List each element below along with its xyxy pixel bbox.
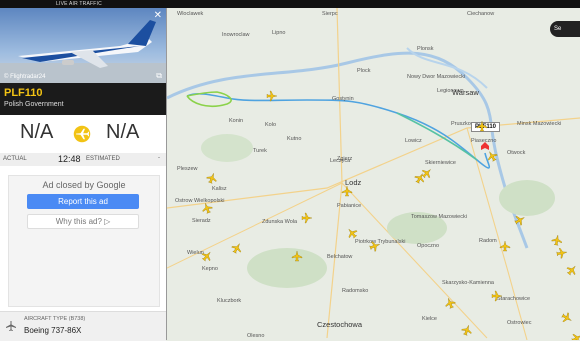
map-view[interactable]: Se Wloclawek Sierpc Ciechanow Inowroclaw Lip… [167,8,580,340]
estimated-label: ESTIMATED [86,156,120,162]
plane-icon [73,125,91,143]
city-label: Pabianice [337,203,362,209]
city-label: Turek [253,148,267,154]
close-icon[interactable]: ✕ [154,10,162,21]
city-label: Belchatow [327,254,353,260]
road [341,182,488,339]
forest-area [247,248,327,288]
aircraft-type-code: (B738) [68,316,86,322]
aircraft-type-label: AIRCRAFT TYPE (B738) [24,316,85,322]
city-label: Sierpc [322,11,338,17]
city-label: Pleszew [177,166,198,172]
aircraft-icon [6,321,16,331]
city-label: Lipno [272,30,286,36]
city-label: Ostrowiec [507,320,532,326]
destination-code[interactable]: N/A [106,121,139,144]
city-label: Otwock [507,150,526,156]
city-label: Nowy Dwor Mazowiecki [407,74,466,80]
aircraft-model: Boeing 737-86X [24,326,82,335]
top-bar: LIVE AIR TRAFFIC [0,0,580,8]
city-label: Skierniewice [425,160,456,166]
aircraft-type-heading: AIRCRAFT TYPE [24,316,68,322]
city-label: Konin [229,118,244,124]
flight-callsign: PLF110 [4,87,43,99]
flight-operator: Polish Government [4,101,64,108]
city-label: Tomaszow Mazowiecki [411,214,467,220]
city-label: Wielun [187,250,204,256]
map-canvas[interactable] [167,8,580,340]
city-label: Kutno [287,136,302,142]
why-this-ad-button[interactable]: Why this ad? ▷ [27,214,139,229]
city-label: Opoczno [417,243,440,249]
aircraft-image [0,20,166,83]
external-link-icon[interactable]: ⧉ [156,71,162,81]
city-label: Kolo [265,122,277,128]
city-label: Ostrow Wielkopolski [175,198,225,204]
flight-info-panel: ✕ © Flightradar24 ⧉ PLF110 Polish Govern… [0,8,167,341]
brand-tagline: LIVE AIR TRAFFIC [56,1,102,7]
forest-area [499,180,555,216]
aircraft-info[interactable]: AIRCRAFT TYPE (B738) Boeing 737-86X [0,311,166,341]
city-label: Gostynin [332,96,354,102]
city-label: Czestochowa [317,320,363,329]
search-button[interactable]: Se [550,21,580,37]
city-label: Kalisz [212,186,227,192]
city-label: Olesno [247,333,265,339]
city-label: Radom [479,238,497,244]
ad-closed-text: Ad closed by Google [42,180,126,190]
times-row: ACTUAL 12:48 ESTIMATED - [0,153,166,166]
city-label: Sieradz [192,218,211,224]
road [326,8,343,339]
city-label: Kluczbork [217,298,242,304]
photo-credit: © Flightradar24 [4,74,46,80]
forest-area [201,134,253,162]
city-label: Lodz [345,178,362,187]
actual-time: 12:48 [58,154,81,164]
ad-box: Ad closed by Google Report this ad Why t… [8,175,160,307]
report-ad-button[interactable]: Report this ad [27,194,139,209]
city-label: Kepno [202,266,218,272]
estimated-time: - [158,155,160,161]
city-label: Zdunska Wola [262,219,298,225]
city-label: Starachowice [497,296,531,302]
city-label: Zgierz [337,156,353,162]
flight-label[interactable]: PLF110 [471,122,501,132]
actual-label: ACTUAL [3,156,27,162]
city-label: Skarzysko-Kamienna [442,280,494,286]
city-label: Inowroclaw [222,32,250,38]
city-label: Ciechanow [467,11,495,17]
flight-header: PLF110 Polish Government [0,83,166,115]
city-label: Warsaw [452,88,479,97]
city-label: Plonsk [417,46,434,52]
city-label: Piotrkow Trybunalski [355,239,406,245]
city-label: Wloclawek [177,11,204,17]
route-section: N/A N/A [0,115,166,153]
origin-code[interactable]: N/A [20,121,53,144]
city-label: Plock [357,68,371,74]
city-label: Radomsko [342,288,369,294]
city-label: Kielce [422,316,437,322]
city-label: Minsk Mazowiecki [517,121,562,127]
city-label: Lowicz [405,138,422,144]
aircraft-photo: ✕ © Flightradar24 ⧉ [0,8,166,83]
city-label: Piaseczno [471,138,497,144]
